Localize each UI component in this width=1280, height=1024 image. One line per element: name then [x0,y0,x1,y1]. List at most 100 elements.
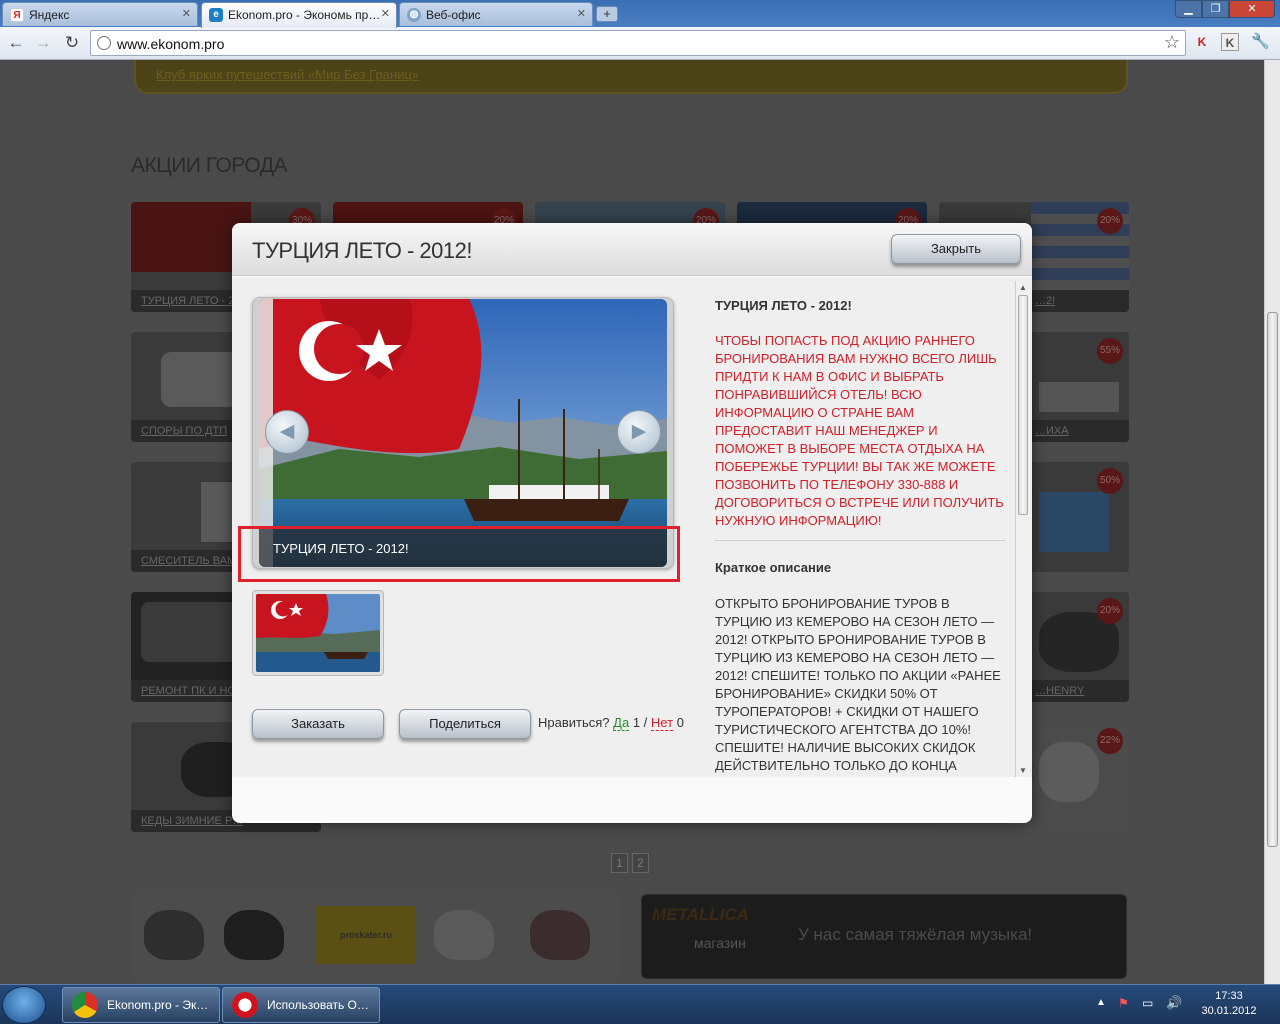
short-description-text: ОТКРЫТО БРОНИРОВАНИЕ ТУРОВ В ТУРЦИЮ ИЗ К… [715,596,1001,773]
minimize-button[interactable]: ▁ [1175,0,1202,18]
tab-label: Ekonom.pro - Экономь пр… [228,8,381,22]
close-window-button[interactable]: ✕ [1229,0,1275,18]
tab-web-office[interactable]: ◍ Веб-офис ✕ [399,2,593,26]
section-title: АКЦИИ ГОРОДА [131,154,287,177]
like-no-link[interactable]: Нет [650,715,674,731]
tab-label: Яндекс [29,8,70,22]
tab-label: Веб-офис [426,8,481,22]
divider [715,540,1005,541]
promo-banner: Клуб ярких путешествий «Мир Без Границ» [134,60,1128,94]
metallica-logo: METALLICA [652,905,749,924]
discount-badge: 55% [1097,338,1123,364]
extension-icon[interactable]: K [1221,33,1239,51]
photo-slider: ТУРЦИЯ ЛЕТО - 2012! ◀ ▶ [252,297,674,569]
tile-image [161,352,241,407]
prev-slide-button[interactable]: ◀ [265,410,309,454]
browser-toolbar: ← → ↻ www.ekonom.pro ☆ K K 🔧 [0,27,1280,60]
clock-date: 30.01.2012 [1201,1005,1257,1017]
start-button[interactable] [2,986,46,1024]
like-yes-count: 1 [632,715,641,730]
ad-banner-proskater[interactable]: proskater.ru [130,894,621,979]
description-title: ТУРЦИЯ ЛЕТО - 2012! [715,298,852,313]
tray-expand-icon[interactable]: ▲ [1096,997,1106,1008]
scroll-up-icon[interactable]: ▲ [1019,283,1027,292]
tile-image [1039,742,1099,802]
banner-link[interactable]: Клуб ярких путешествий «Мир Без Границ» [156,67,419,82]
thumbnail-image [256,594,380,672]
close-icon[interactable]: ✕ [381,7,390,20]
ad-subtitle: магазин [694,935,746,951]
promo-modal: ТУРЦИЯ ЛЕТО - 2012! Закрыть ТУРЦИЯ ЛЕТО … [232,223,1032,823]
photo-caption: ТУРЦИЯ ЛЕТО - 2012! [259,529,667,567]
scrollbar-thumb[interactable] [1267,312,1278,847]
tile-image [1039,492,1109,552]
tab-yandex[interactable]: Я Яндекс ✕ [2,2,198,26]
windows-taskbar: Ekonom.pro - Эк… Использовать О… ▲ ⚑ ▭ 🔊… [0,984,1280,1024]
close-icon[interactable]: ✕ [182,7,191,20]
shoe-image [224,910,284,960]
system-clock[interactable]: 17:33 30.01.2012 [1196,989,1262,1019]
promo-text: ЧТОБЫ ПОПАСТЬ ПОД АКЦИЮ РАННЕГО БРОНИРОВ… [715,333,1004,528]
like-yes-link[interactable]: Да [613,715,630,731]
proskater-logo: proskater.ru [316,906,416,964]
globe-icon: ◍ [407,8,421,22]
forward-button[interactable]: → [32,32,54,54]
slide-thumbnail[interactable] [252,590,384,676]
close-icon[interactable]: ✕ [577,7,586,20]
share-button[interactable]: Поделиться [399,709,531,739]
scrollbar-thumb[interactable] [1018,295,1028,515]
ekonom-icon: e [209,8,223,22]
shoe-image [144,910,204,960]
wrench-icon[interactable]: 🔧 [1251,33,1270,51]
shoe-image [434,910,494,960]
back-button[interactable]: ← [5,32,27,54]
short-description-title: Краткое описание [715,560,832,575]
discount-badge: 20% [1097,598,1123,624]
kaspersky-icon[interactable]: K [1193,33,1211,51]
page-icon [97,36,111,50]
scroll-down-icon[interactable]: ▼ [1019,766,1027,775]
modal-body: ТУРЦИЯ ЛЕТО - 2012! ◀ ▶ Заказать Поделит… [232,277,1032,777]
volume-icon[interactable]: 🔊 [1166,995,1182,1011]
tile-image [1039,382,1119,412]
next-slide-button[interactable]: ▶ [617,410,661,454]
description-panel: ТУРЦИЯ ЛЕТО - 2012! ЧТОБЫ ПОПАСТЬ ПОД АК… [715,297,1005,777]
page-2-button[interactable]: 2 [632,853,649,873]
taskbar-item-label: Ekonom.pro - Эк… [107,998,209,1012]
slide-photo: ТУРЦИЯ ЛЕТО - 2012! [259,299,667,567]
taskbar-item-opera[interactable]: Использовать О… [222,987,380,1023]
yandex-icon: Я [10,8,24,22]
ad-banner-metallica[interactable]: METALLICA магазин У нас самая тяжёлая му… [641,894,1127,979]
discount-badge: 50% [1097,468,1123,494]
modal-header: ТУРЦИЯ ЛЕТО - 2012! Закрыть [232,223,1032,276]
taskbar-item-chrome[interactable]: Ekonom.pro - Эк… [62,987,220,1023]
page-scrollbar[interactable] [1264,60,1280,984]
network-icon[interactable]: ▭ [1142,996,1153,1010]
discount-badge: 20% [1097,208,1123,234]
modal-title: ТУРЦИЯ ЛЕТО - 2012! [252,238,472,263]
close-button[interactable]: Закрыть [891,234,1021,264]
address-bar[interactable]: www.ekonom.pro ☆ [90,30,1186,56]
chrome-icon [72,992,98,1018]
like-no-count: 0 [676,715,684,730]
page-1-button[interactable]: 1 [611,853,628,873]
like-separator: / [643,715,648,730]
clock-time: 17:33 [1215,990,1243,1002]
description-scrollbar[interactable]: ▲ ▼ [1015,281,1030,777]
action-center-icon[interactable]: ⚑ [1118,996,1129,1010]
reload-button[interactable]: ↻ [61,32,83,54]
like-widget: Нравиться? Да 1 / Нет 0 [538,715,684,731]
opera-icon [232,992,258,1018]
like-question: Нравиться? [538,715,610,730]
shoe-image [530,910,590,960]
bookmark-star-icon[interactable]: ☆ [1164,32,1180,53]
pagination: 12 [611,853,653,873]
taskbar-item-label: Использовать О… [267,998,369,1012]
discount-badge: 22% [1097,728,1123,754]
ad-slogan: У нас самая тяжёлая музыка! [798,925,1033,944]
order-button[interactable]: Заказать [252,709,384,739]
turkey-flag-ship-photo [259,299,667,567]
tab-ekonom[interactable]: e Ekonom.pro - Экономь пр… ✕ [201,2,397,28]
maximize-button[interactable]: ❐ [1202,0,1229,18]
new-tab-button[interactable]: + [596,6,618,22]
